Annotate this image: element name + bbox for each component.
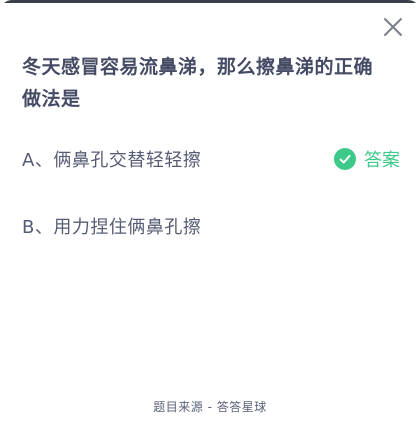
top-edge: [0, 0, 420, 3]
option-b-label: B、用力捏住俩鼻孔擦: [22, 217, 202, 238]
quiz-card: 冬天感冒容易流鼻涕，那么擦鼻涕的正确做法是 A、俩鼻孔交替轻轻擦 答案 B、用力…: [0, 0, 420, 439]
answer-label: 答案: [364, 150, 400, 171]
answer-badge: 答案: [334, 143, 400, 175]
close-icon: [384, 18, 402, 36]
check-circle-icon: [334, 148, 356, 170]
option-a[interactable]: A、俩鼻孔交替轻轻擦 答案: [22, 143, 400, 175]
close-button[interactable]: [380, 14, 406, 40]
question-text: 冬天感冒容易流鼻涕，那么擦鼻涕的正确做法是: [22, 56, 374, 110]
footer-source: 题目来源 - 答答星球: [153, 400, 267, 414]
option-b[interactable]: B、用力捏住俩鼻孔擦: [22, 210, 400, 242]
option-a-label: A、俩鼻孔交替轻轻擦: [22, 150, 202, 171]
